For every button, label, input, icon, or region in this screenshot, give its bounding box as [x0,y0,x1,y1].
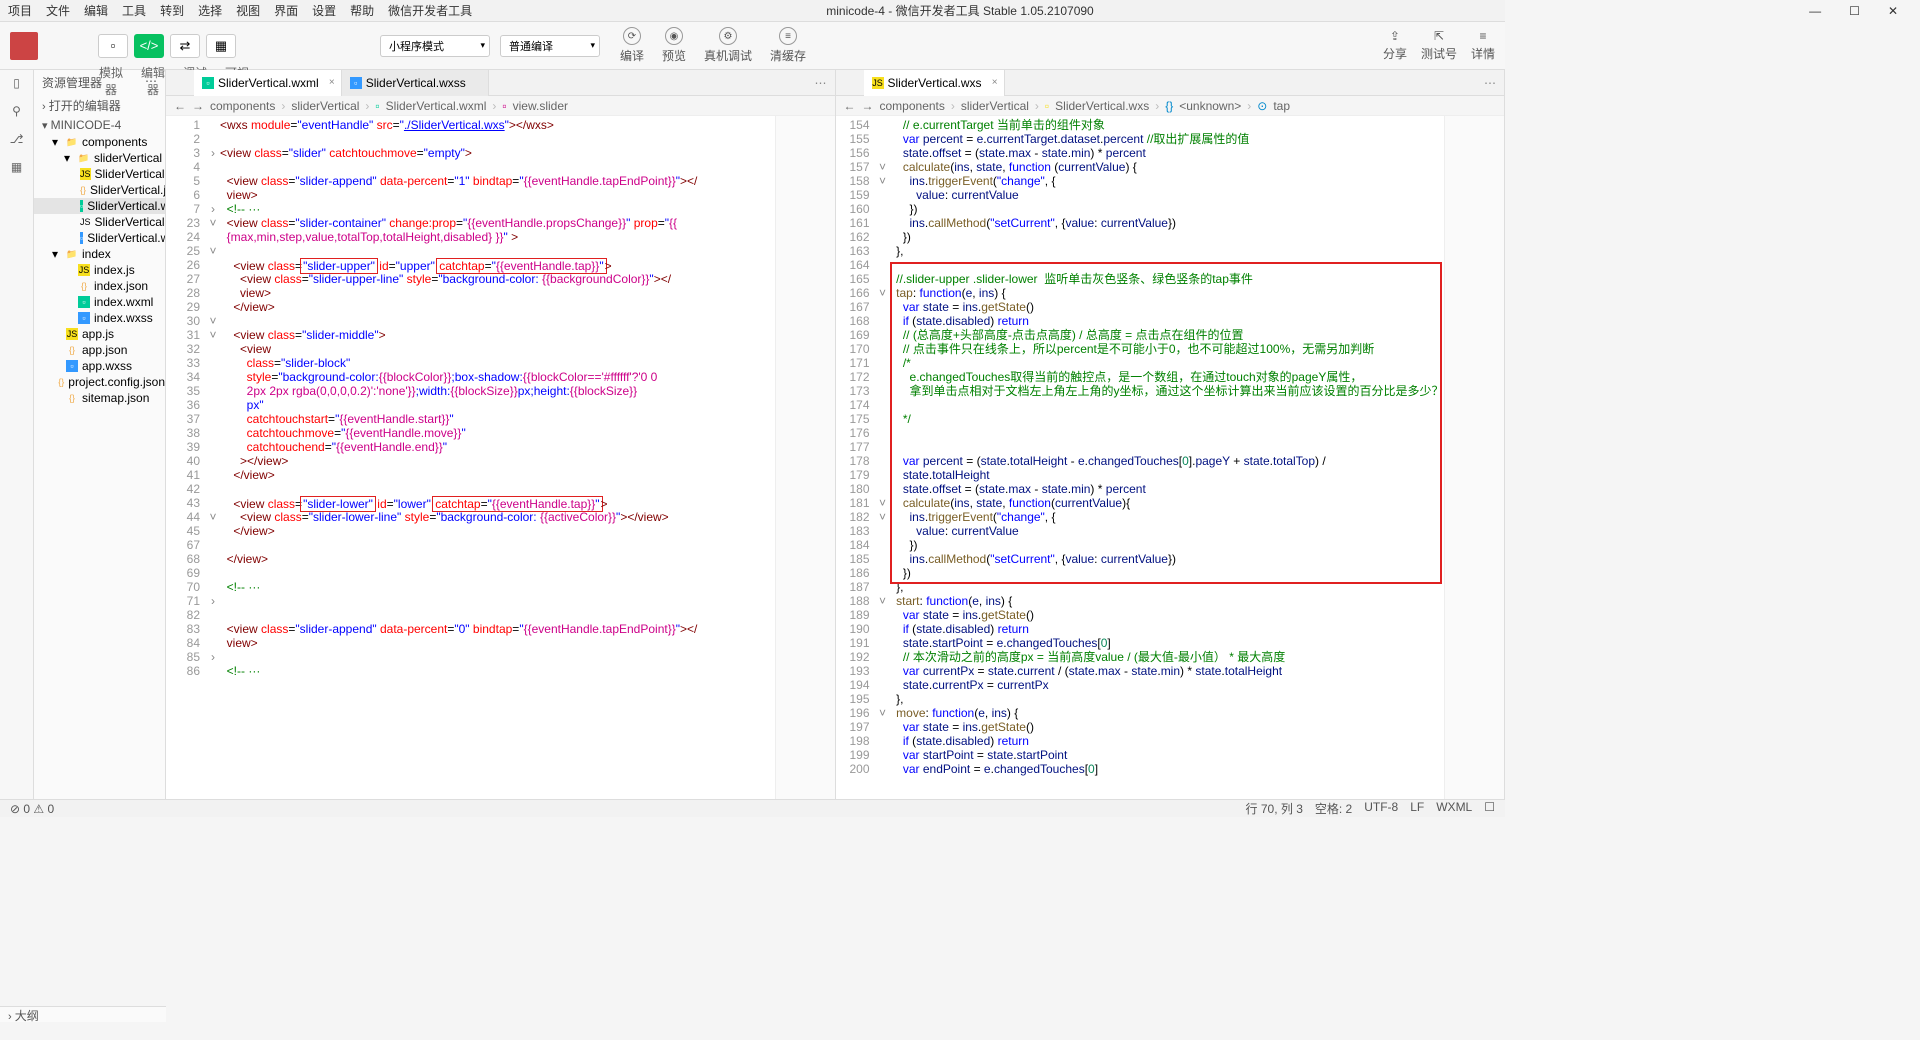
main: ▯ ⚲ ⎇ ▦ 资源管理器⋯ › 打开的编辑器 ▾ MINICODE-4 ▾📁c… [0,70,1505,799]
tree-item[interactable]: ▾📁sliderVertical [34,150,165,166]
menu-item[interactable]: 视图 [236,2,260,19]
editor-button[interactable]: </> [134,34,164,58]
minimize-button[interactable]: — [1809,4,1821,18]
explorer-icon[interactable]: ▯ [13,76,20,90]
tab-wxss[interactable]: ▫SliderVertical.wxss [342,70,489,96]
close-button[interactable]: ✕ [1888,4,1898,18]
eol[interactable]: LF [1410,800,1424,817]
menu-item[interactable]: 选择 [198,2,222,19]
menu-item[interactable]: 界面 [274,2,298,19]
tree-item[interactable]: ▾📁components [34,134,165,150]
mode-buttons: ▫ </> ⇄ ▦ [98,34,236,58]
tree-item[interactable]: JSSliderVertical.js [34,166,165,182]
tree-item[interactable]: ▫index.wxss [34,310,165,326]
left-tabs: ▫SliderVertical.wxml× ▫SliderVertical.wx… [166,70,835,96]
tree-item[interactable]: ▫SliderVertical.wxml [34,198,165,214]
activity-bar: ▯ ⚲ ⎇ ▦ [0,70,34,799]
toolbar: ▫ </> ⇄ ▦ 模拟器 编辑器 调试器 可视化 小程序模式 普通编译 ⟳编译… [0,22,1505,70]
notif-icon[interactable]: ☐ [1484,800,1495,817]
menu-item[interactable]: 转到 [160,2,184,19]
outline-section[interactable]: › 大纲 [0,1006,166,1022]
clear-cache-button[interactable]: ≡清缓存 [770,27,806,64]
git-icon[interactable]: ⎇ [10,132,24,146]
menu-item[interactable]: 设置 [312,2,336,19]
tree-item[interactable]: {}SliderVertical.json [34,182,165,198]
minimap[interactable] [1444,116,1504,799]
avatar[interactable] [10,32,38,60]
cursor-pos[interactable]: 行 70, 列 3 [1246,800,1303,817]
compile-dropdown[interactable]: 普通编译 [500,35,600,57]
preview-button[interactable]: ◉预览 [662,27,686,64]
visual-button[interactable]: ▦ [206,34,236,58]
tab-more-icon[interactable]: ⋯ [815,76,827,90]
tab-wxml[interactable]: ▫SliderVertical.wxml× [194,70,342,96]
simulator-button[interactable]: ▫ [98,34,128,58]
menu-item[interactable]: 文件 [46,2,70,19]
open-editors-section[interactable]: › 打开的编辑器 [34,95,165,116]
tree-item[interactable]: JSindex.js [34,262,165,278]
tree-item[interactable]: {}project.config.json [34,374,165,390]
project-section[interactable]: ▾ MINICODE-4 [34,116,165,134]
menu-item[interactable]: 微信开发者工具 [388,2,472,19]
menu-item[interactable]: 项目 [8,2,32,19]
menu-item[interactable]: 帮助 [350,2,374,19]
tree-item[interactable]: ▾📁index [34,246,165,262]
statusbar: ⊘ 0 ⚠ 0 行 70, 列 3 空格: 2 UTF-8 LF WXML ☐ [0,799,1505,817]
menubar: 项目 文件 编辑 工具 转到 选择 视图 界面 设置 帮助 微信开发者工具 mi… [0,0,1505,22]
encoding[interactable]: UTF-8 [1364,800,1398,817]
search-icon[interactable]: ⚲ [12,104,21,118]
editors: ▫SliderVertical.wxml× ▫SliderVertical.wx… [166,70,1505,799]
tree-item[interactable]: {}index.json [34,278,165,294]
sidebar: 资源管理器⋯ › 打开的编辑器 ▾ MINICODE-4 ▾📁component… [34,70,166,799]
left-editor: ▫SliderVertical.wxml× ▫SliderVertical.wx… [166,70,836,799]
remote-debug-button[interactable]: ⚙真机调试 [704,27,752,64]
tree-item[interactable]: ▫index.wxml [34,294,165,310]
window-title: minicode-4 - 微信开发者工具 Stable 1.05.2107090 [826,2,1093,19]
maximize-button[interactable]: ☐ [1849,4,1860,18]
right-editor: JSSliderVertical.wxs× ⋯ ←→ components› s… [836,70,1506,799]
ext-icon[interactable]: ▦ [11,160,22,174]
error-count[interactable]: ⊘ 0 ⚠ 0 [10,802,54,816]
file-tree[interactable]: ▾📁components▾📁sliderVerticalJSSliderVert… [34,134,165,799]
details-button[interactable]: ≡详情 [1471,29,1495,62]
left-code-area[interactable]: 1234567232425262728293031323334353637383… [166,116,835,799]
right-code-area[interactable]: 1541551561571581591601611621631641651661… [836,116,1505,799]
right-breadcrumbs[interactable]: ←→ components› sliderVertical› ▫SliderVe… [836,96,1505,116]
debugger-button[interactable]: ⇄ [170,34,200,58]
menu-item[interactable]: 工具 [122,2,146,19]
tab-more-icon[interactable]: ⋯ [1484,76,1496,90]
tree-item[interactable]: ▫SliderVertical.wxss [34,230,165,246]
close-icon[interactable]: × [329,77,335,88]
tab-wxs[interactable]: JSSliderVertical.wxs× [864,70,1005,96]
close-icon[interactable]: × [992,77,998,88]
tree-item[interactable]: ▫app.wxss [34,358,165,374]
tree-item[interactable]: JSapp.js [34,326,165,342]
window-controls: — ☐ ✕ [1809,4,1912,18]
test-button[interactable]: ⇱测试号 [1421,29,1457,62]
tree-item[interactable]: {}app.json [34,342,165,358]
share-button[interactable]: ⇪分享 [1383,29,1407,62]
sidebar-title: 资源管理器 [42,74,102,91]
language[interactable]: WXML [1436,800,1472,817]
menu-item[interactable]: 编辑 [84,2,108,19]
minimap[interactable] [775,116,835,799]
mode-dropdown[interactable]: 小程序模式 [380,35,490,57]
right-tabs: JSSliderVertical.wxs× ⋯ [836,70,1505,96]
indent[interactable]: 空格: 2 [1315,800,1352,817]
left-breadcrumbs[interactable]: ←→ components› sliderVertical› ▫SliderVe… [166,96,835,116]
tree-item[interactable]: {}sitemap.json [34,390,165,406]
tree-item[interactable]: JSSliderVertical.wxs [34,214,165,230]
compile-button[interactable]: ⟳编译 [620,27,644,64]
